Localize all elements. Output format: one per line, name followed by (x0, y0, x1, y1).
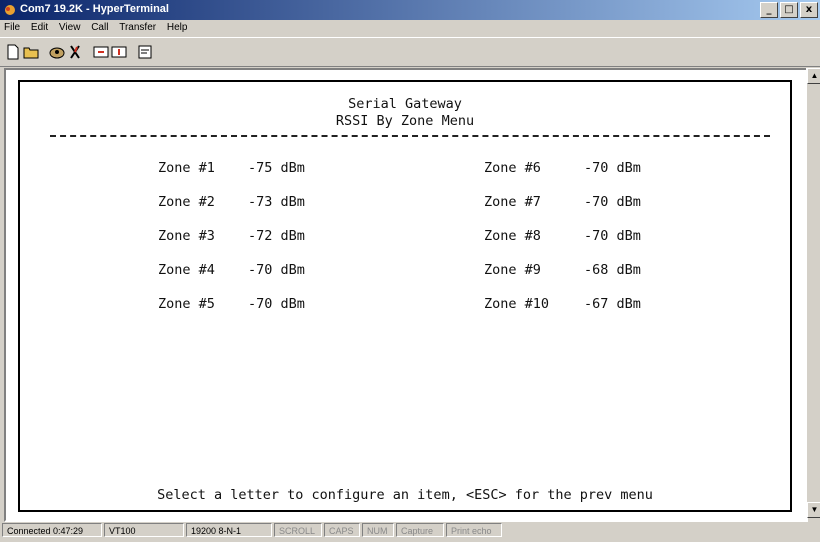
zone-rssi-value: -70 dBm (584, 160, 641, 176)
zone-rssi-value: -67 dBm (584, 296, 641, 312)
minimize-button[interactable]: _ (760, 2, 778, 18)
zone-rssi-value: -70 dBm (584, 194, 641, 210)
connection-status: Connected 0:47:29 (2, 523, 102, 537)
zone-rssi-value: -70 dBm (584, 228, 641, 244)
screen-title: Serial Gateway (348, 96, 462, 112)
menu-file[interactable]: File (0, 20, 24, 33)
new-icon[interactable] (4, 43, 22, 61)
menu-bar: File Edit View Call Transfer Help (0, 20, 820, 36)
zone-label: Zone #4 (158, 262, 215, 278)
hyperterminal-window: Com7 19.2K - HyperTerminal _ □ x File Ed… (0, 0, 820, 542)
terminal-screen: Serial Gateway RSSI By Zone Menu Zone #1… (20, 82, 790, 510)
zone-rssi-value: -68 dBm (584, 262, 641, 278)
zone-rssi-value: -73 dBm (248, 194, 305, 210)
scroll-up-arrow-icon[interactable]: ▲ (807, 68, 820, 84)
terminal-screen-frame: Serial Gateway RSSI By Zone Menu Zone #1… (18, 80, 792, 512)
capture-indicator: Capture (396, 523, 444, 537)
connect-icon[interactable] (48, 43, 66, 61)
zone-label: Zone #9 (484, 262, 541, 278)
toolbar (0, 37, 820, 67)
close-button[interactable]: x (800, 2, 818, 18)
menu-transfer[interactable]: Transfer (115, 20, 160, 33)
receive-icon[interactable] (110, 43, 128, 61)
zone-rssi-value: -72 dBm (248, 228, 305, 244)
zone-rssi-value: -75 dBm (248, 160, 305, 176)
zone-label: Zone #10 (484, 296, 550, 312)
print-echo-indicator: Print echo (446, 523, 502, 537)
scroll-down-arrow-icon[interactable]: ▼ (807, 502, 820, 518)
zone-label: Zone #6 (484, 160, 541, 176)
properties-icon[interactable] (136, 43, 154, 61)
title-bar: Com7 19.2K - HyperTerminal _ □ x (0, 0, 820, 20)
zone-label: Zone #2 (158, 194, 215, 210)
menu-edit[interactable]: Edit (27, 20, 52, 33)
status-bar: Connected 0:47:29 VT100 19200 8-N-1 SCRO… (0, 520, 820, 542)
menu-help[interactable]: Help (163, 20, 192, 33)
hyperterminal-app-icon (5, 5, 15, 15)
menu-view[interactable]: View (55, 20, 85, 33)
zone-label: Zone #3 (158, 228, 215, 244)
send-icon[interactable] (92, 43, 110, 61)
menu-call[interactable]: Call (87, 20, 112, 33)
disconnect-icon[interactable] (66, 43, 84, 61)
zone-label: Zone #1 (158, 160, 215, 176)
terminal-area[interactable]: Serial Gateway RSSI By Zone Menu Zone #1… (4, 68, 808, 522)
vertical-scrollbar[interactable]: ▲ ▼ (806, 68, 820, 518)
window-title: Com7 19.2K - HyperTerminal (20, 3, 169, 15)
zone-label: Zone #8 (484, 228, 541, 244)
command-prompt: Select a letter to configure an item, <E… (157, 487, 653, 503)
maximize-button[interactable]: □ (780, 2, 798, 18)
port-settings-status: 19200 8-N-1 (186, 523, 272, 537)
zone-rssi-value: -70 dBm (248, 296, 305, 312)
num-lock-indicator: NUM (362, 523, 394, 537)
scroll-lock-indicator: SCROLL (274, 523, 322, 537)
open-icon[interactable] (22, 43, 40, 61)
separator-line (50, 135, 770, 137)
zone-label: Zone #5 (158, 296, 215, 312)
caps-lock-indicator: CAPS (324, 523, 360, 537)
menu-title: RSSI By Zone Menu (335, 113, 475, 129)
zone-label: Zone #7 (484, 194, 541, 210)
window-controls: _ □ x (760, 2, 818, 18)
zone-rssi-value: -70 dBm (248, 262, 305, 278)
emulation-status: VT100 (104, 523, 184, 537)
